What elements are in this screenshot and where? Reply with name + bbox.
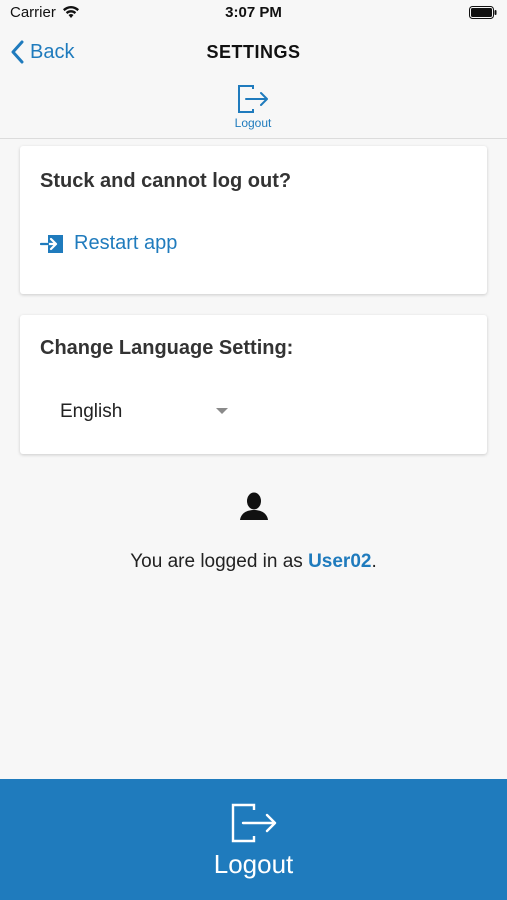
logout-icon [231,803,276,843]
logged-in-suffix: . [371,551,377,572]
restart-card-title: Stuck and cannot log out? [40,170,292,192]
language-card-title: Change Language Setting: [40,337,294,359]
bottom-logout-label: Logout [213,849,294,879]
page-title: SETTINGS [206,42,301,62]
dropdown-triangle-icon [216,408,228,414]
language-selected-value: English [60,401,123,422]
logout-icon [238,85,268,113]
restart-app-label: Restart app [74,232,178,254]
username: User02 [308,551,372,572]
battery-icon [469,6,497,19]
bottom-logout-button[interactable]: Logout [0,779,507,900]
restart-app-link[interactable]: Restart app [40,232,177,255]
user-icon [240,492,268,520]
top-logout-label: Logout [234,116,272,130]
restart-card: Stuck and cannot log out? Restart app [20,146,487,294]
clock-time: 3:07 PM [225,4,282,21]
status-bar: Carrier 3:07 PM [0,0,507,26]
login-arrow-icon [40,234,63,253]
language-card: Change Language Setting: English [20,315,487,454]
logged-in-text: You are logged in as User02. [0,551,507,573]
language-select[interactable]: English [60,397,240,427]
logged-in-prefix: You are logged in as [130,551,309,572]
navigation-bar: Back SETTINGS Logout [0,26,507,139]
top-logout-button[interactable]: Logout [203,84,303,136]
